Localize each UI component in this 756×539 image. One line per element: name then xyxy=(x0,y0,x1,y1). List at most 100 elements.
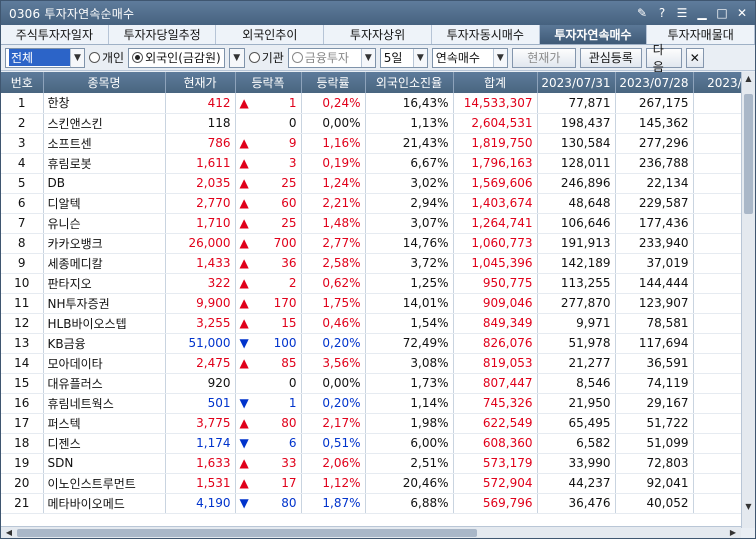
column-header[interactable]: 종목명 xyxy=(43,72,166,93)
change-value: 25 xyxy=(281,216,297,230)
stock-name: 이노인스트루먼트 xyxy=(43,473,166,494)
table-row[interactable]: 7 유니슨 1,710 ▲ 25 1,48% 3,07% 1,264,741 106,646 17… xyxy=(1,213,755,234)
column-header[interactable]: 2023/07/28 xyxy=(615,72,694,93)
table-row[interactable]: 16 휴림네트웍스 501 ▼ 1 0,20% 1,14% 745,326 21,950 29,1… xyxy=(1,393,755,414)
table-row[interactable]: 14 모아데이타 2,475 ▲ 85 3,56% 3,08% 819,053 21,277 36… xyxy=(1,353,755,374)
scroll-right-icon[interactable]: ▶ xyxy=(727,528,739,538)
tab-1[interactable]: 투자자당일추정 xyxy=(108,25,217,44)
column-header[interactable]: 등락률 xyxy=(301,72,366,93)
radio-dot-selected[interactable] xyxy=(132,52,144,63)
chevron-down-icon[interactable]: ▼ xyxy=(412,48,427,67)
table-row[interactable]: 21 메타바이오메드 4,190 ▼ 80 1,87% 6,88% 569,796 36,476… xyxy=(1,493,755,514)
column-header[interactable]: 등락폭 xyxy=(235,72,302,93)
days-select[interactable]: 5일 ▼ xyxy=(379,47,428,68)
minimize-icon[interactable]: ▁ xyxy=(695,6,709,20)
chevron-down-icon[interactable]: ▼ xyxy=(229,48,244,67)
table-row[interactable]: 13 KB금융 51,000 ▼ 100 0,20% 72,49% 826,076 51,978… xyxy=(1,333,755,354)
tab-2[interactable]: 외국인추이 xyxy=(216,25,325,44)
day-value: 113,255 xyxy=(537,273,616,294)
chevron-down-icon[interactable]: ▼ xyxy=(492,48,507,67)
table-row[interactable]: 12 HLB바이오스텝 3,255 ▲ 15 0,46% 1,54% 849,349 9,971… xyxy=(1,313,755,334)
table-row[interactable]: 11 NH투자증권 9,900 ▲ 170 1,75% 14,01% 909,046 277,8… xyxy=(1,293,755,314)
mode-select[interactable]: 연속매수 ▼ xyxy=(431,47,508,68)
window-title: 0306 투자자연속순매수 xyxy=(9,6,135,21)
radio-individual[interactable]: 개인 xyxy=(89,49,124,66)
table-row[interactable]: 3 소프트센 786 ▲ 9 1,16% 21,43% 1,819,750 130,584 277… xyxy=(1,133,755,154)
pin-icon[interactable]: ✎ xyxy=(635,6,649,20)
scroll-left-icon[interactable]: ◀ xyxy=(3,528,15,538)
table-row[interactable]: 17 퍼스텍 3,775 ▲ 80 2,17% 1,98% 622,549 65,495 51,7… xyxy=(1,413,755,434)
vertical-scrollbar[interactable]: ▲ ▼ xyxy=(741,72,755,528)
column-header[interactable]: 2023/07/31 xyxy=(537,72,616,93)
chevron-down-icon[interactable]: ▼ xyxy=(70,48,84,67)
scroll-thumb[interactable] xyxy=(17,529,477,537)
current-price-button[interactable]: 현재가 xyxy=(511,47,576,68)
radio-dot[interactable] xyxy=(89,52,100,63)
change-value: 9 xyxy=(288,136,297,150)
stock-name: 스킨앤스킨 xyxy=(43,113,166,134)
settings-icon[interactable]: ☰ xyxy=(675,6,689,20)
day-value: 128,011 xyxy=(537,153,616,174)
table-row[interactable]: 19 SDN 1,633 ▲ 33 2,06% 2,51% 573,179 33,990 72,8… xyxy=(1,453,755,474)
table-row[interactable]: 10 판타지오 322 ▲ 2 0,62% 1,25% 950,775 113,255 144,4… xyxy=(1,273,755,294)
up-triangle-icon: ▲ xyxy=(239,176,249,190)
table-row[interactable]: 15대유플러스92000,00%1,73%807,4478,54674,1194 xyxy=(1,373,755,394)
scroll-thumb[interactable] xyxy=(744,94,753,214)
change-rate: 0,00% xyxy=(301,373,366,394)
row-number: 14 xyxy=(1,353,44,374)
market-select[interactable]: 전체 ▼ xyxy=(5,47,85,68)
column-header[interactable]: 외국인소진율 xyxy=(365,72,454,93)
day-value: 36,476 xyxy=(537,493,616,514)
radio-dot[interactable] xyxy=(291,52,303,63)
watchlist-button[interactable]: 관심등록 xyxy=(579,47,642,68)
scroll-down-icon[interactable]: ▼ xyxy=(742,502,755,514)
tab-5[interactable]: 투자자연속매수 xyxy=(539,25,648,44)
up-triangle-icon: ▲ xyxy=(239,196,249,210)
horizontal-scrollbar[interactable]: ◀ ▶ xyxy=(1,526,741,538)
table-row[interactable]: 18 디젠스 1,174 ▼ 6 0,51% 6,00% 608,360 6,582 51,099… xyxy=(1,433,755,454)
tab-4[interactable]: 투자자동시매수 xyxy=(431,25,540,44)
table-row[interactable]: 2 스킨앤스킨 118 0 0,00% 1,13% 2,604,531 198,437 145,… xyxy=(1,113,755,134)
change-rate: 1,24% xyxy=(301,173,366,194)
up-triangle-icon: ▲ xyxy=(239,456,249,470)
column-header[interactable]: 번호 xyxy=(1,72,44,93)
change-value: 80 xyxy=(281,496,297,510)
foreign-ratio: 1,14% xyxy=(365,393,454,414)
institution-type-select[interactable]: 금융투자 ▼ xyxy=(287,47,376,68)
table-row[interactable]: 4 휴림로봇 1,611 ▲ 3 0,19% 6,67% 1,796,163 128,011 23… xyxy=(1,153,755,174)
table-row[interactable]: 8 카카오뱅크 26,000 ▲ 700 2,77% 14,76% 1,060,773 191,… xyxy=(1,233,755,254)
tab-0[interactable]: 주식투자자일자 xyxy=(1,25,109,44)
row-number: 18 xyxy=(1,433,44,454)
close-panel-icon[interactable]: ✕ xyxy=(685,47,704,68)
change-value: 700 xyxy=(273,236,297,250)
change-value: 170 xyxy=(273,296,297,310)
radio-foreign[interactable]: 외국인(금감원) xyxy=(128,47,225,68)
foreign-ratio: 3,07% xyxy=(365,213,454,234)
table-row[interactable]: 6 디알텍 2,770 ▲ 60 2,21% 2,94% 1,403,674 48,648 229… xyxy=(1,193,755,214)
table-row[interactable]: 1 한창 412 ▲ 1 0,24% 16,43% 14,533,307 77,871 267,1… xyxy=(1,93,755,114)
table-row[interactable]: 5 DB 2,035 ▲ 25 1,24% 3,02% 1,569,606 246,896 22,… xyxy=(1,173,755,194)
row-number: 21 xyxy=(1,493,44,514)
help-icon[interactable]: ? xyxy=(655,6,669,20)
current-price: 1,531 xyxy=(165,473,236,494)
radio-dot[interactable] xyxy=(248,52,260,63)
scroll-up-icon[interactable]: ▲ xyxy=(742,74,755,86)
up-triangle-icon: ▲ xyxy=(239,416,249,430)
foreign-ratio: 20,46% xyxy=(365,473,454,494)
table-row[interactable]: 20 이노인스트루먼트 1,531 ▲ 17 1,12% 20,46% 572,904 44,2… xyxy=(1,473,755,494)
stock-name: 세종메디칼 xyxy=(43,253,166,274)
radio-institution[interactable]: 기관 xyxy=(248,49,284,66)
foreign-dropdown[interactable]: ▼ xyxy=(228,47,245,68)
table-row[interactable]: 9 세종메디칼 1,433 ▲ 36 2,58% 3,72% 1,045,396 142,189… xyxy=(1,253,755,274)
filter-toolbar: 전체 ▼ 개인 외국인(금감원) ▼ 기관 금융투자 ▼ 5일 ▼ 연속매수 ▼… xyxy=(1,43,755,74)
change-value: 25 xyxy=(281,176,297,190)
column-header[interactable]: 합계 xyxy=(453,72,538,93)
maximize-icon[interactable]: □ xyxy=(715,6,729,20)
next-button[interactable]: 다음 xyxy=(645,43,682,74)
close-icon[interactable]: ✕ xyxy=(735,6,749,20)
column-header[interactable]: 현재가 xyxy=(165,72,236,93)
tab-3[interactable]: 투자자상위 xyxy=(324,25,432,44)
day-value: 40,052 xyxy=(615,493,694,514)
current-price: 2,475 xyxy=(165,353,236,374)
chevron-down-icon[interactable]: ▼ xyxy=(360,48,375,67)
